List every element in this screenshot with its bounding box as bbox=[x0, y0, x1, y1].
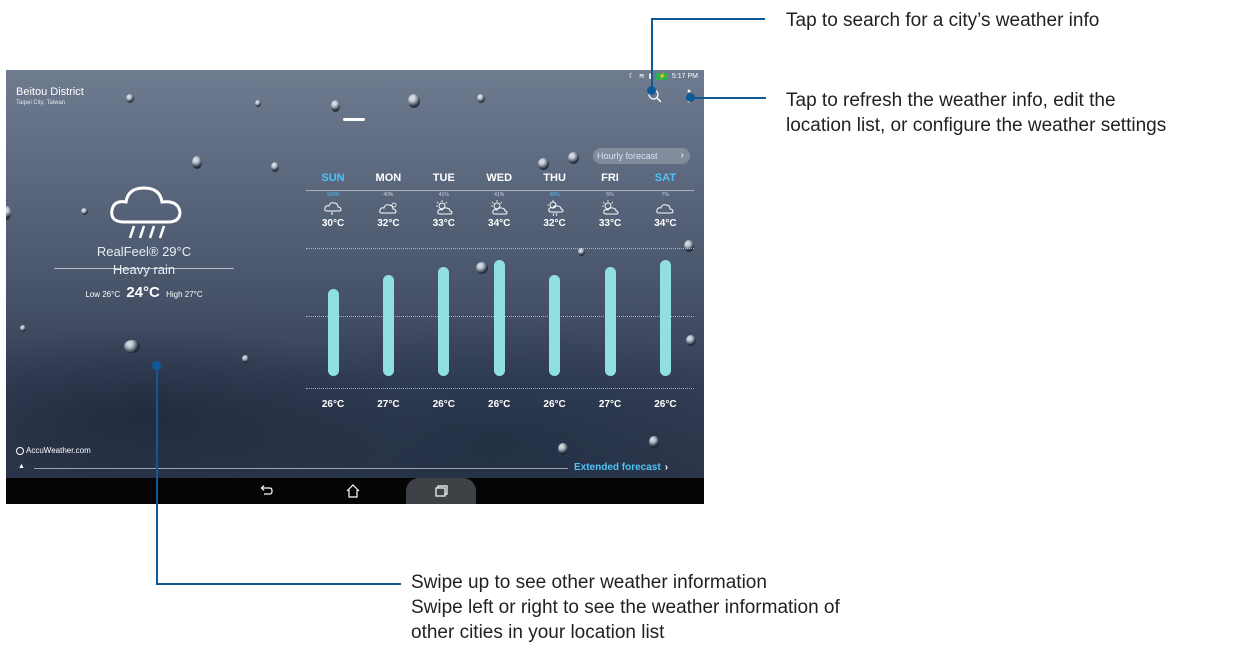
temp-range-bar bbox=[327, 289, 339, 376]
cloud-sun-icon bbox=[379, 202, 397, 214]
menu-callout-text-2: location list, or configure the weather … bbox=[786, 115, 1167, 136]
high-temp: High 27°C bbox=[166, 290, 203, 299]
day-name: MON bbox=[375, 172, 402, 184]
swipe-up-icon[interactable]: ▲ bbox=[18, 463, 25, 470]
swipe-leader-vertical bbox=[156, 365, 158, 584]
precip-chance: 40% bbox=[383, 192, 394, 198]
low-temp-label: 26°C bbox=[543, 399, 566, 410]
temp-range-bar bbox=[382, 274, 394, 376]
high-temp-label: 34°C bbox=[488, 218, 511, 229]
sun-cloud-icon bbox=[435, 200, 453, 215]
location-name[interactable]: Beitou District bbox=[16, 86, 84, 98]
temp-range-bar bbox=[438, 267, 450, 376]
day-name: SAT bbox=[654, 172, 676, 184]
realfeel-temp: RealFeel® 29°C bbox=[96, 244, 192, 259]
search-leader-horizontal bbox=[651, 18, 765, 20]
swipe-callout-text-1: Swipe up to see other weather informatio… bbox=[411, 572, 767, 593]
rain-cloud-icon bbox=[324, 202, 342, 215]
menu-leader-dot bbox=[686, 93, 695, 102]
precip-chance: 41% bbox=[438, 192, 449, 198]
low-temp-label: 27°C bbox=[598, 399, 622, 410]
day-name: SUN bbox=[321, 172, 345, 184]
temp-range-bar bbox=[549, 274, 561, 376]
swipe-leader-dot bbox=[152, 361, 161, 370]
day-name: WED bbox=[486, 172, 513, 184]
menu-leader-line bbox=[690, 97, 766, 99]
high-temp-label: 34°C bbox=[654, 218, 677, 229]
high-temp-label: 33°C bbox=[432, 218, 455, 229]
search-leader-dot bbox=[647, 86, 656, 95]
chevron-right-icon: › bbox=[680, 150, 684, 161]
forecast-day-thu[interactable]: THU 66% 32°C bbox=[527, 172, 583, 229]
search-callout-text: Tap to search for a city’s weather info bbox=[786, 10, 1100, 31]
back-icon[interactable] bbox=[258, 483, 274, 499]
page-indicator bbox=[343, 118, 365, 121]
forecast-day-sun[interactable]: SUN 100% 30°C bbox=[305, 172, 361, 229]
accuweather-icon bbox=[16, 446, 24, 455]
low-temp-label: 26°C bbox=[432, 399, 455, 410]
do-not-disturb-icon: ☾ bbox=[628, 73, 635, 80]
forecast-day-mon[interactable]: MON 40% 32°C bbox=[360, 172, 416, 229]
high-temp-label: 33°C bbox=[598, 218, 622, 229]
cloud-icon bbox=[656, 204, 674, 214]
chevron-right-icon: › bbox=[664, 462, 669, 473]
low-temp-label: 26°C bbox=[654, 399, 677, 410]
current-temp: 24°C bbox=[126, 284, 160, 301]
search-leader-vertical bbox=[651, 18, 653, 88]
swipe-callout-text-3: other cities in your location list bbox=[411, 622, 665, 643]
current-condition: Heavy rain bbox=[112, 262, 176, 277]
hourly-forecast-label: Hourly forecast bbox=[597, 151, 658, 161]
swipe-leader-horizontal bbox=[156, 583, 401, 585]
low-temp-label: 27°C bbox=[377, 399, 400, 410]
current-temps: Low 26°C 24°C High 27°C bbox=[54, 284, 234, 301]
navigation-bar bbox=[6, 478, 704, 504]
temp-range-bar bbox=[604, 267, 616, 376]
menu-callout-text-1: Tap to refresh the weather info, edit th… bbox=[786, 90, 1116, 111]
status-time: 5:17 PM bbox=[671, 72, 698, 80]
wifi-icon: ≋ bbox=[638, 73, 645, 80]
recent-apps-icon[interactable] bbox=[433, 483, 449, 499]
battery-icon: ⚡ bbox=[656, 72, 668, 80]
swipe-handle-line[interactable] bbox=[34, 468, 568, 469]
precip-chance: 100% bbox=[326, 192, 340, 198]
forecast-day-sat[interactable]: SAT 7% 34°C bbox=[637, 172, 693, 229]
high-temp-label: 32°C bbox=[377, 218, 400, 229]
sun-cloud-icon bbox=[602, 200, 619, 215]
home-icon[interactable] bbox=[345, 483, 361, 499]
low-guide-line bbox=[306, 388, 694, 389]
forecast-day-wed[interactable]: WED 41% 34°C bbox=[471, 172, 527, 229]
precip-chance: 66% bbox=[549, 192, 560, 198]
status-bar: ☾ ≋ ▮ ⚡ 5:17 PM bbox=[6, 70, 704, 82]
weather-app-screen[interactable]: ☾ ≋ ▮ ⚡ 5:17 PM Beitou District Taipei C… bbox=[6, 70, 704, 504]
precip-chance: 5% bbox=[606, 192, 614, 198]
day-name: THU bbox=[543, 172, 566, 184]
sun-cloud-icon bbox=[491, 200, 508, 215]
low-temp-label: 26°C bbox=[488, 399, 511, 410]
hourly-forecast-button[interactable]: Hourly forecast › bbox=[593, 148, 690, 164]
high-guide-line bbox=[306, 248, 694, 249]
temp-range-bar bbox=[493, 260, 505, 376]
low-temp-label: 26°C bbox=[321, 399, 345, 410]
accuweather-label: AccuWeather.com bbox=[26, 446, 91, 455]
day-name: FRI bbox=[601, 172, 619, 184]
precip-chance: 7% bbox=[661, 192, 669, 198]
accuweather-logo[interactable]: AccuWeather.com bbox=[16, 446, 91, 455]
forecast-day-tue[interactable]: TUE 41% 33°C bbox=[416, 172, 472, 229]
sun-cloud-rain-icon bbox=[547, 200, 564, 216]
high-temp-label: 30°C bbox=[321, 218, 345, 229]
day-name: TUE bbox=[432, 172, 455, 184]
low-temp: Low 26°C bbox=[85, 290, 121, 299]
forecast-day-fri[interactable]: FRI 5% 33°C bbox=[582, 172, 638, 229]
high-temp-label: 32°C bbox=[543, 218, 566, 229]
location-subtitle: Taipei City, Taiwan bbox=[16, 100, 66, 106]
precip-chance: 41% bbox=[494, 192, 505, 198]
heavy-rain-cloud-icon bbox=[110, 186, 182, 239]
extended-forecast-label: Extended forecast bbox=[574, 462, 661, 473]
swipe-callout-text-2: Swipe left or right to see the weather i… bbox=[411, 597, 840, 618]
extended-forecast-link[interactable]: Extended forecast › bbox=[574, 462, 668, 473]
temp-range-bar bbox=[659, 260, 671, 376]
